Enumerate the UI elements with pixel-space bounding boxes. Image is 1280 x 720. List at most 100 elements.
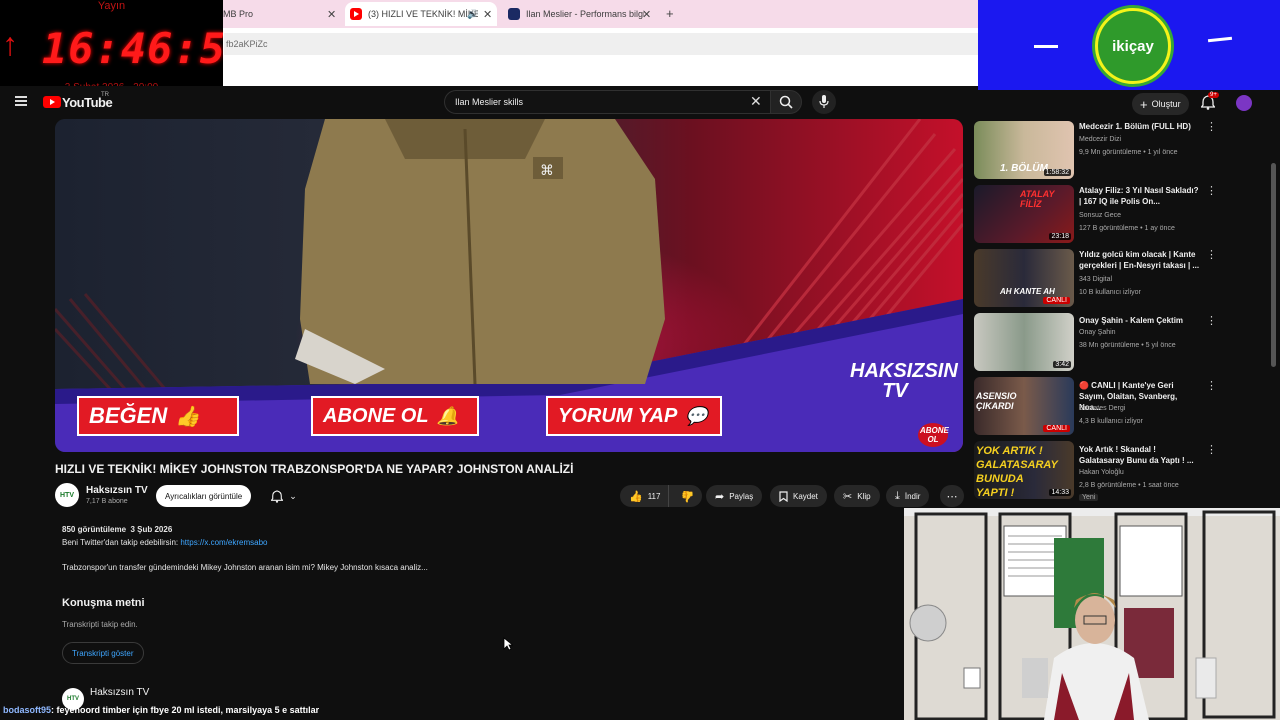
recommendation-meta: 10 B kullanıcı izliyor xyxy=(1079,289,1141,296)
clip-button[interactable]: ✂ Klip xyxy=(834,485,880,507)
recommendation-channel: 343 Digital xyxy=(1079,276,1113,283)
site-favicon-icon xyxy=(508,8,520,20)
recommendation-item[interactable]: ASENSIO ÇIKARDI CANLI 🔴 CANLI | Kante'ye… xyxy=(974,377,1264,439)
more-vertical-icon[interactable]: ⋮ xyxy=(1206,250,1217,261)
show-transcript-button[interactable]: Transkripti göster xyxy=(62,642,144,664)
thumbnail-caption: AH KANTE AH xyxy=(1000,287,1055,296)
sidebar-scrollbar[interactable] xyxy=(1271,163,1276,367)
recommendation-item[interactable]: ATALAY FİLİZ 23:18 Atalay Filiz: 3 Yıl N… xyxy=(974,185,1264,247)
recommendation-channel: Onay Şahin xyxy=(1079,329,1116,336)
chat-username: bodasoft95 xyxy=(3,705,52,715)
recommendation-meta: 4,3 B kullanıcı izliyor xyxy=(1079,418,1143,425)
subscribe-overlay-graphic: ABONE OL 🔔 xyxy=(311,396,479,436)
speaker-icon[interactable]: 🔊 xyxy=(467,9,478,20)
save-button[interactable]: Kaydet xyxy=(770,485,827,507)
clock-label: Yayın xyxy=(97,0,126,12)
recommendation-title: Atalay Filiz: 3 Yıl Nasıl Sakladı? | 167… xyxy=(1079,186,1199,206)
more-vertical-icon[interactable]: ⋮ xyxy=(1206,445,1217,456)
recommendation-meta: 127 B görüntüleme • 1 ay önce xyxy=(1079,225,1175,232)
view-perks-button[interactable]: Ayrıcalıkları görüntüle xyxy=(156,485,252,507)
notification-count-badge: 9+ xyxy=(1208,92,1219,98)
tab-close-icon[interactable]: ✕ xyxy=(483,8,492,21)
recommendation-meta: 38 Mn görüntüleme • 5 yıl önce xyxy=(1079,342,1176,349)
search-button[interactable] xyxy=(770,90,802,114)
youtube-header: YouTube TR Ilan Meslier skills ✕ xyxy=(0,86,978,118)
recommendation-title: Yıldız golcü kim olacak | Kante gerçekle… xyxy=(1079,250,1200,270)
webcam-frame xyxy=(904,508,1280,720)
tab-mb-pro[interactable]: MB Pro ✕ xyxy=(223,2,343,26)
more-vertical-icon[interactable]: ⋮ xyxy=(1206,122,1217,133)
video-player[interactable]: ⌘ BEĞEN 👍 ABONE OL 🔔 YORUM YAP 💬 HAKSIZS… xyxy=(55,119,963,452)
recommendation-meta: 9,9 Mn görüntüleme • 1 yıl önce xyxy=(1079,149,1178,156)
voice-search-button[interactable] xyxy=(812,90,836,114)
tab-close-icon[interactable]: ✕ xyxy=(642,8,651,21)
view-stats: 850 görüntüleme 3 Şub 2026 xyxy=(62,525,173,534)
overlay-dash xyxy=(1207,36,1233,43)
svg-text:⌘: ⌘ xyxy=(540,163,554,179)
tab-close-icon[interactable]: ✕ xyxy=(327,8,336,21)
channel-name[interactable]: Haksızsın TV xyxy=(86,485,148,496)
recommendation-item[interactable]: YOK ARTIK ! GALATASARAY BUNUDA YAPTI ! 1… xyxy=(974,441,1264,503)
share-button[interactable]: ➦ Paylaş xyxy=(706,485,763,507)
recommendation-meta: 2,8 B görüntüleme • 1 saat önce xyxy=(1079,482,1179,489)
mouse-cursor-icon xyxy=(503,637,513,651)
overlay-dash xyxy=(1034,45,1058,48)
duration-badge: 14:33 xyxy=(1049,489,1071,496)
menu-icon[interactable] xyxy=(15,96,27,106)
subscription-bell-button[interactable]: ⌄ xyxy=(264,485,304,507)
description-panel[interactable]: 850 görüntüleme 3 Şub 2026 Beni Twitter'… xyxy=(55,516,902,720)
notifications-button[interactable]: 9+ xyxy=(1200,92,1219,115)
download-label: İndir xyxy=(904,491,921,501)
youtube-logo-icon[interactable] xyxy=(43,96,61,108)
clear-search-icon[interactable]: ✕ xyxy=(750,93,762,110)
video-thumbnail[interactable]: ATALAY FİLİZ 23:18 xyxy=(974,185,1074,243)
dislike-button[interactable]: 👍 xyxy=(674,485,702,507)
like-overlay-graphic: BEĞEN 👍 xyxy=(77,396,239,436)
subscriber-count: 7,17 B abone xyxy=(86,498,128,505)
recommendation-item[interactable]: 1. BÖLÜM 1:58:32 Medcezir 1. Bölüm (FULL… xyxy=(974,121,1264,183)
chat-message: : feyenoord timber için fbye 20 ml isted… xyxy=(51,705,320,715)
address-bar[interactable]: fb2aKPiZc xyxy=(224,33,978,55)
recommendation-item[interactable]: 3:42 Onay Şahin - Kalem Çektim Onay Şahi… xyxy=(974,313,1264,375)
clip-label: Klip xyxy=(857,491,871,501)
tab-youtube-video[interactable]: (3) HIZLI VE TEKNİK! MİKEY 🔊 ✕ xyxy=(345,2,497,26)
more-vertical-icon[interactable]: ⋮ xyxy=(1206,186,1217,197)
recommendation-channel: Socrates Dergi xyxy=(1079,405,1126,412)
save-label: Kaydet xyxy=(793,491,818,501)
video-thumbnail[interactable]: AH KANTE AH CANLI xyxy=(974,249,1074,307)
channel-name[interactable]: Haksızsın TV xyxy=(90,687,149,698)
tab-label: MB Pro xyxy=(223,9,254,19)
create-button[interactable]: + Oluştur xyxy=(1132,93,1189,115)
live-badge: CANLI xyxy=(1043,425,1070,432)
recommendation-channel: Medcezir Dizi xyxy=(1079,136,1122,143)
search-input[interactable]: Ilan Meslier skills xyxy=(444,90,770,114)
video-thumbnail[interactable]: ASENSIO ÇIKARDI CANLI xyxy=(974,377,1074,435)
abone-ol-badge: ABONE OL xyxy=(918,423,949,447)
streamer-webcam xyxy=(904,508,1280,720)
tab-meslier-stats[interactable]: Ilan Meslier - Performans bilgi ✕ xyxy=(505,2,657,26)
thumbnail-caption: YOK ARTIK ! GALATASARAY BUNUDA YAPTI ! xyxy=(976,445,1058,499)
youtube-header-right: + Oluştur 9+ xyxy=(978,90,1280,118)
bell-icon xyxy=(271,489,284,503)
more-vertical-icon[interactable]: ⋮ xyxy=(1206,316,1217,327)
video-thumbnail[interactable]: YOK ARTIK ! GALATASARAY BUNUDA YAPTI ! 1… xyxy=(974,441,1074,499)
video-thumbnail[interactable]: 3:42 xyxy=(974,313,1074,371)
account-avatar[interactable] xyxy=(1236,95,1252,111)
youtube-favicon-icon xyxy=(350,8,362,20)
download-button[interactable]: ⤓ İndir xyxy=(886,485,930,507)
comment-overlay-label: YORUM YAP xyxy=(558,404,678,427)
recommendation-item[interactable]: AH KANTE AH CANLI Yıldız golcü kim olaca… xyxy=(974,249,1264,311)
twitter-link[interactable]: https://x.com/ekremsabo xyxy=(180,538,267,547)
channel-avatar[interactable]: HTV xyxy=(55,483,79,507)
twitter-line: Beni Twitter'dan takip edebilirsin: http… xyxy=(62,538,268,547)
video-title: HIZLI VE TEKNİK! MİKEY JOHNSTON TRABZONS… xyxy=(55,462,574,476)
url-text: fb2aKPiZc xyxy=(226,39,268,49)
thumbnail-caption: 1. BÖLÜM xyxy=(1000,163,1048,174)
view-perks-label: Ayrıcalıkları görüntüle xyxy=(165,491,243,501)
video-thumbnail[interactable]: 1. BÖLÜM 1:58:32 xyxy=(974,121,1074,179)
more-vertical-icon[interactable]: ⋮ xyxy=(1206,381,1217,392)
more-actions-button[interactable]: ⋯ xyxy=(940,485,964,507)
like-button[interactable]: 👍 117 xyxy=(620,485,670,507)
recommendation-title: Medcezir 1. Bölüm (FULL HD) xyxy=(1079,122,1191,131)
new-tab-plus-icon[interactable]: + xyxy=(666,6,674,21)
